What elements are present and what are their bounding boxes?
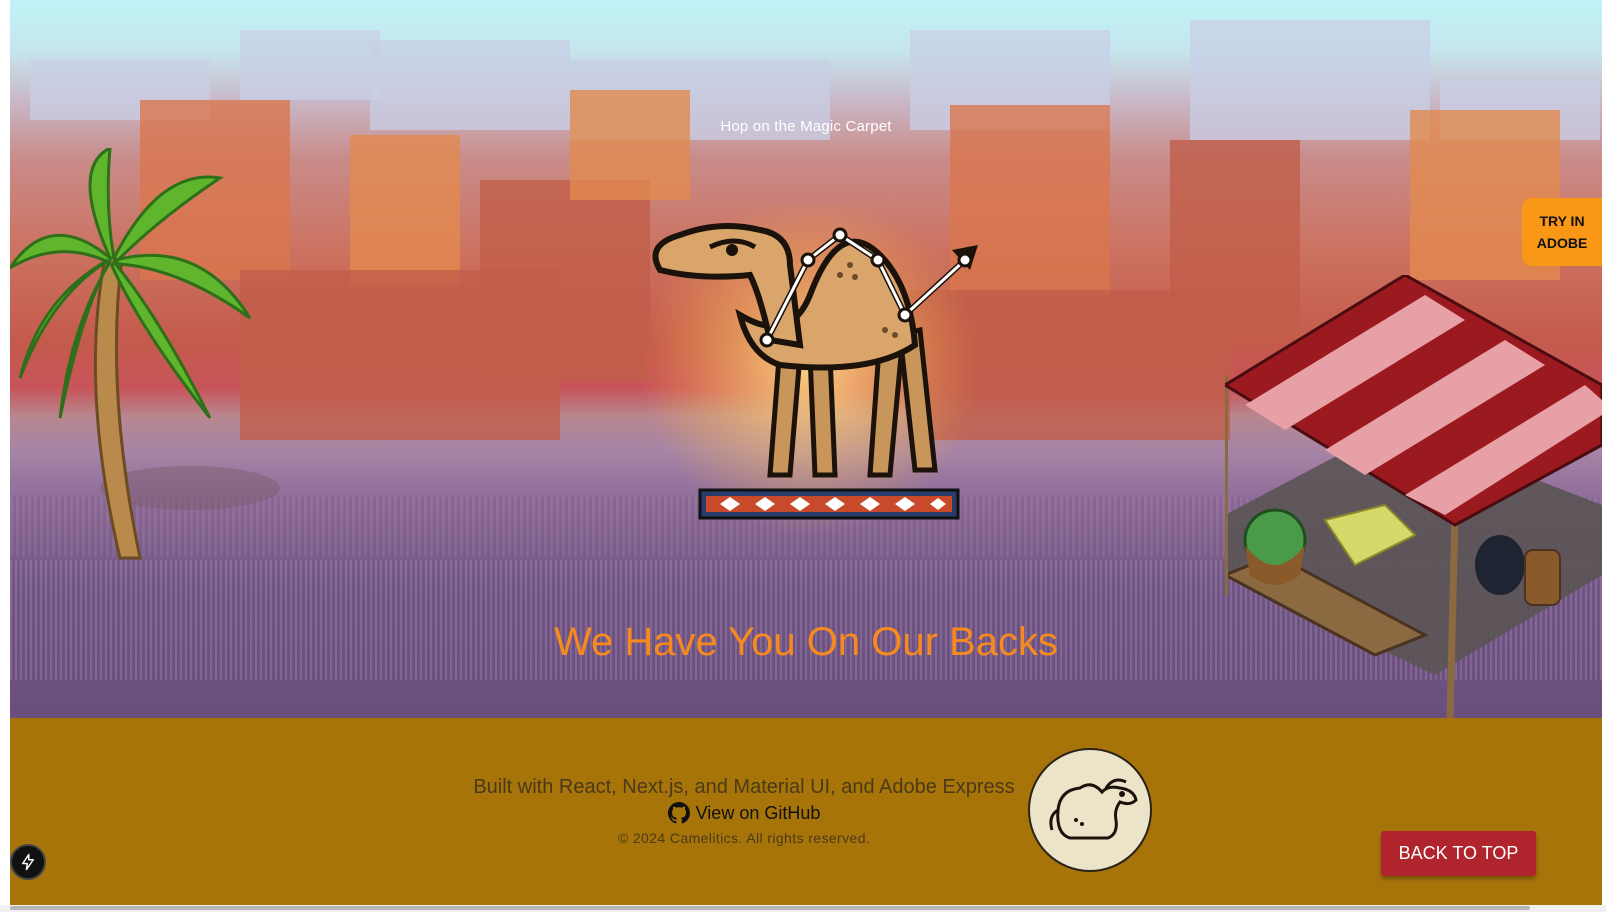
built-with-text: Built with React, Next.js, and Material …: [473, 776, 1015, 798]
page: Hop on the Magic Carpet TRY IN ADOBE We …: [10, 0, 1602, 905]
github-icon: [667, 802, 690, 824]
copyright-text: © 2024 Camelitics. All rights reserved.: [617, 830, 871, 846]
github-link[interactable]: View on GitHub: [384, 802, 1104, 824]
rock-formation: [570, 90, 690, 200]
rock-formation: [350, 135, 460, 285]
github-link-label: View on GitHub: [695, 802, 821, 823]
hero-subtitle: Hop on the Magic Carpet: [720, 118, 892, 135]
back-to-top-button[interactable]: BACK TO TOP: [1381, 831, 1536, 876]
rock-formation: [240, 270, 560, 440]
hero-section: Hop on the Magic Carpet TRY IN ADOBE We …: [10, 0, 1602, 718]
scrollbar-thumb[interactable]: [10, 906, 1530, 910]
cloud: [370, 40, 570, 130]
cloud: [240, 30, 380, 100]
hero-title: We Have You On Our Backs: [554, 620, 1058, 664]
palm-tree-illustration: [10, 148, 280, 560]
camel-logo: [1028, 748, 1152, 872]
try-in-adobe-button[interactable]: TRY IN ADOBE: [1522, 198, 1602, 266]
footer: Built with React, Next.js, and Material …: [10, 718, 1602, 905]
camel-on-carpet-illustration: [640, 205, 980, 535]
bolt-icon[interactable]: [10, 844, 46, 880]
